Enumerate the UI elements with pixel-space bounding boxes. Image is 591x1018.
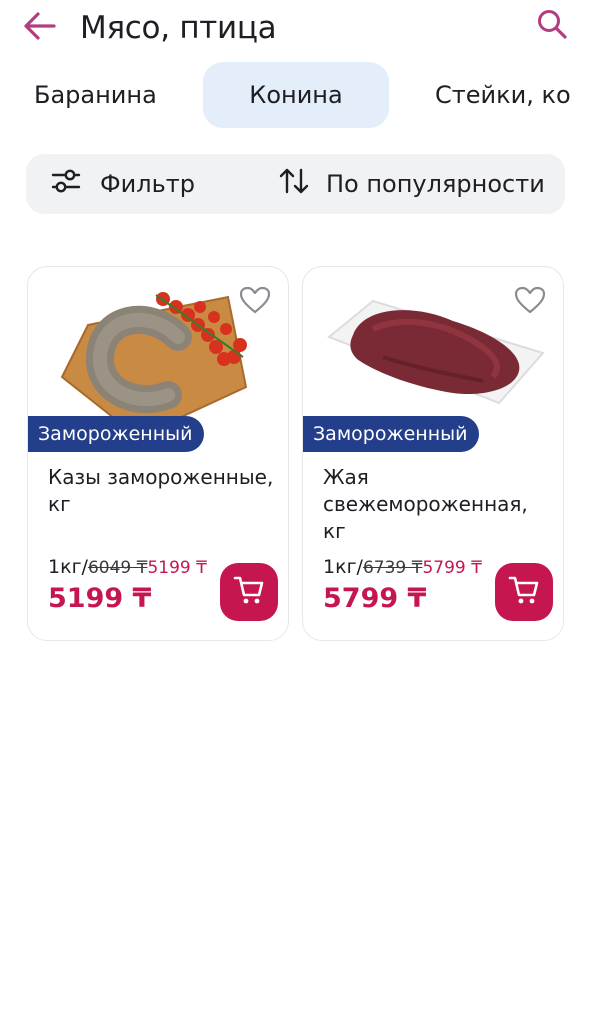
heart-outline-icon: [514, 286, 546, 318]
frozen-badge: Замороженный: [303, 416, 480, 452]
tab-steiki[interactable]: Стейки, ко: [435, 62, 571, 128]
product-card[interactable]: Замороженный Жая свежемороженная, кг 1кг…: [302, 266, 564, 641]
favorite-button[interactable]: [238, 285, 272, 319]
discount-price: 5799 ₸: [422, 558, 482, 578]
arrow-left-icon: [23, 11, 57, 45]
product-price: 5799 ₸: [323, 583, 427, 614]
filter-sort-bar: Фильтр По популярности: [26, 154, 565, 214]
unit-price-line: 1кг/6739 ₸5799 ₸: [323, 556, 482, 578]
product-card[interactable]: Замороженный Казы замороженные, кг 1кг/6…: [27, 266, 289, 641]
filter-label: Фильтр: [100, 170, 195, 198]
search-button[interactable]: [532, 6, 572, 46]
category-tabs: Баранина Конина Стейки, ко: [0, 62, 591, 130]
favorite-button[interactable]: [513, 285, 547, 319]
product-name: Казы замороженные, кг: [48, 465, 274, 516]
add-to-cart-button[interactable]: [495, 563, 553, 621]
sort-button[interactable]: По популярности: [278, 154, 545, 214]
tab-baranina[interactable]: Баранина: [34, 62, 157, 128]
discount-price: 5199 ₸: [147, 558, 207, 578]
tab-konina[interactable]: Конина: [203, 62, 389, 128]
product-name: Жая свежемороженная, кг: [323, 465, 528, 543]
old-price: 6049 ₸: [87, 558, 148, 578]
unit-price-line: 1кг/6049 ₸5199 ₸: [48, 556, 207, 578]
cart-icon: [508, 575, 540, 609]
sort-arrows-icon: [278, 167, 310, 201]
search-icon: [536, 8, 568, 44]
app-header: Мясо, птица: [0, 0, 591, 56]
filter-button[interactable]: Фильтр: [50, 154, 195, 214]
unit-label: 1кг/: [48, 556, 88, 578]
unit-label: 1кг/: [323, 556, 363, 578]
add-to-cart-button[interactable]: [220, 563, 278, 621]
page-title: Мясо, птица: [80, 10, 277, 46]
heart-outline-icon: [239, 286, 271, 318]
sliders-icon: [50, 167, 82, 201]
back-button[interactable]: [20, 8, 60, 48]
frozen-badge: Замороженный: [28, 416, 205, 452]
product-price: 5199 ₸: [48, 583, 152, 614]
old-price: 6739 ₸: [362, 558, 423, 578]
sort-label: По популярности: [326, 170, 545, 198]
cart-icon: [233, 575, 265, 609]
